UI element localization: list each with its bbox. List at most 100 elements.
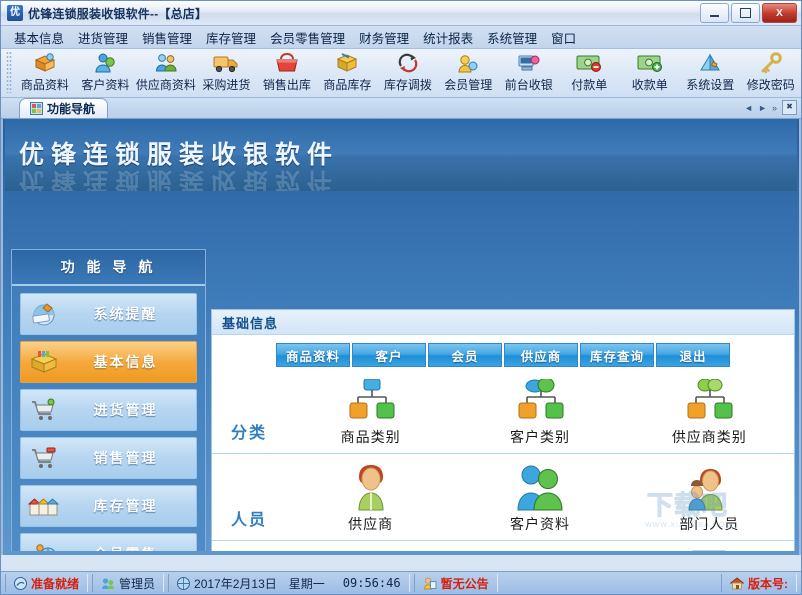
toolbar-sales-out[interactable]: 销售出库 [257, 49, 317, 97]
cell-label: 供应商 [348, 514, 393, 534]
cell-customer-category[interactable]: 客户类别 [455, 377, 624, 453]
close-tab-icon[interactable]: ✖ [782, 100, 797, 115]
toolbar-grip[interactable] [6, 51, 12, 93]
home-icon [730, 577, 744, 590]
cell-department-staff[interactable]: 部门人员 [625, 464, 794, 540]
toolbar-supplier-info[interactable]: 供应商资料 [136, 49, 196, 97]
toolbar-receipt-note[interactable]: 收款单 [620, 49, 680, 97]
sidebar-item-inventory-mgmt[interactable]: 库存管理 [20, 485, 197, 527]
maximize-button[interactable] [731, 3, 760, 23]
user-icon [101, 577, 115, 590]
goods-box-icon [32, 51, 58, 75]
two-persons-icon [511, 464, 569, 512]
cell-supplier-category[interactable]: 供应商类别 [625, 377, 794, 453]
banner-title-reflection: 优锋连锁服装收银软件 [19, 165, 339, 191]
sidebar: 功 能 导 航 系统提醒 [11, 249, 206, 551]
toolbar-label: 系统设置 [686, 76, 734, 93]
btn-member[interactable]: 会员 [428, 343, 502, 367]
sidebar-item-label: 进货管理 [67, 400, 196, 420]
sidebar-item-label: 销售管理 [67, 448, 196, 468]
btn-label: 供应商 [521, 346, 562, 365]
basic-info-box-icon [21, 349, 67, 375]
tab-function-nav[interactable]: 功能导航 [19, 98, 108, 118]
basket-icon [274, 51, 300, 75]
menu-sales[interactable]: 销售管理 [135, 26, 199, 49]
menu-bar: 基本信息 进货管理 销售管理 库存管理 会员零售管理 财务管理 统计报表 系统管… [1, 26, 801, 49]
sidebar-header: 功 能 导 航 [12, 250, 205, 286]
status-user: 管理员 [92, 574, 164, 592]
status-notice[interactable]: 暂无公告 [414, 574, 498, 592]
menu-member-retail[interactable]: 会员零售管理 [263, 26, 352, 49]
btn-customer[interactable]: 客户 [352, 343, 426, 367]
cell-label: 客户资料 [510, 514, 570, 534]
btn-exit[interactable]: 退出 [656, 343, 730, 367]
menu-system[interactable]: 系统管理 [480, 26, 544, 49]
menu-finance[interactable]: 财务管理 [352, 26, 416, 49]
reminder-icon [21, 301, 67, 327]
tab-label: 功能导航 [47, 100, 95, 117]
sidebar-item-basic-info[interactable]: 基本信息 [20, 341, 197, 383]
status-weekday: 星期一 [289, 575, 325, 592]
cell-supplier[interactable]: 供应商 [286, 464, 455, 540]
toolbar-customer-info[interactable]: 客户资料 [75, 49, 135, 97]
btn-supplier[interactable]: 供应商 [504, 343, 578, 367]
toolbar-label: 库存调拨 [384, 76, 432, 93]
supplier-people-icon [153, 51, 179, 75]
main-toolbar: 商品资料 客户资料 供应商资料 [1, 49, 801, 98]
payment-note-icon [576, 51, 602, 75]
triangle-left-icon[interactable]: ◄ [744, 103, 753, 113]
toolbar-goods-info[interactable]: 商品资料 [15, 49, 75, 97]
toolbar-goods-stock[interactable]: 商品库存 [317, 49, 377, 97]
menu-inventory[interactable]: 库存管理 [199, 26, 263, 49]
status-datetime: 2017年2月13日 星期一 09:56:46 [168, 574, 410, 592]
section-cells: 商品类别 客户类别 [286, 377, 794, 453]
menu-basic-info[interactable]: 基本信息 [7, 26, 71, 49]
package-icon [334, 51, 360, 75]
toolbar-payment-note[interactable]: 付款单 [559, 49, 619, 97]
triangle-right-icon[interactable]: ► [758, 103, 767, 113]
sidebar-item-member-retail[interactable]: 会员零售 [20, 533, 197, 551]
tab-strip: 功能导航 ◄ ► » ✖ [1, 98, 801, 119]
title-bar: 优 优锋连锁服装收银软件--【总店】 X [1, 1, 801, 26]
toolbar-member-mgmt[interactable]: 会员管理 [438, 49, 498, 97]
toolbar-label: 销售出库 [263, 76, 311, 93]
toolbar-label: 采购进货 [202, 76, 250, 93]
cell-customer-info[interactable]: 客户资料 [455, 464, 624, 540]
toolbar-cashier[interactable]: 前台收银 [499, 49, 559, 97]
toolbar-label: 商品库存 [323, 76, 371, 93]
section-cells: 供应商 客户资料 [286, 464, 794, 540]
sidebar-item-system-reminder[interactable]: 系统提醒 [20, 293, 197, 335]
sidebar-item-sales-mgmt[interactable]: 销售管理 [20, 437, 197, 479]
status-notice-label: 暂无公告 [441, 575, 489, 592]
toolbar-stock-transfer[interactable]: 库存调拨 [378, 49, 438, 97]
category-tree-supplier-icon [679, 377, 739, 425]
key-icon [758, 51, 784, 75]
cell-goods-category[interactable]: 商品类别 [286, 377, 455, 453]
toolbar-label: 前台收银 [505, 76, 553, 93]
transfer-arrows-icon [395, 51, 421, 75]
cell-label: 部门人员 [679, 514, 739, 534]
toolbar-system-settings[interactable]: 系统设置 [680, 49, 740, 97]
section-people: 人员 供应商 [212, 454, 794, 541]
basic-info-panel: 基础信息 商品资料 客户 会员 供应商 库存查询 退出 分类 [211, 309, 795, 551]
person-group-icon [680, 464, 738, 512]
btn-stock-query[interactable]: 库存查询 [580, 343, 654, 367]
btn-goods-info[interactable]: 商品资料 [276, 343, 350, 367]
toolbar-label: 收款单 [632, 76, 668, 93]
minimize-button[interactable] [700, 3, 729, 23]
menu-purchase[interactable]: 进货管理 [71, 26, 135, 49]
sidebar-header-label: 功 能 导 航 [61, 257, 157, 277]
status-version: 版本号: [721, 574, 797, 592]
chevron-double-right-icon[interactable]: » [772, 103, 777, 113]
menu-reports[interactable]: 统计报表 [416, 26, 480, 49]
sidebar-list: 系统提醒 基本信息 [12, 286, 205, 551]
sidebar-item-label: 会员零售 [67, 544, 196, 551]
panel-button-row: 商品资料 客户 会员 供应商 库存查询 退出 [212, 335, 794, 367]
close-button[interactable]: X [762, 3, 797, 23]
toolbar-change-password[interactable]: 修改密码 [740, 49, 800, 97]
sidebar-item-purchase-mgmt[interactable]: 进货管理 [20, 389, 197, 431]
menu-window[interactable]: 窗口 [544, 26, 583, 49]
toolbar-label: 客户资料 [81, 76, 129, 93]
toolbar-purchase[interactable]: 采购进货 [196, 49, 256, 97]
status-user-label: 管理员 [119, 575, 155, 592]
